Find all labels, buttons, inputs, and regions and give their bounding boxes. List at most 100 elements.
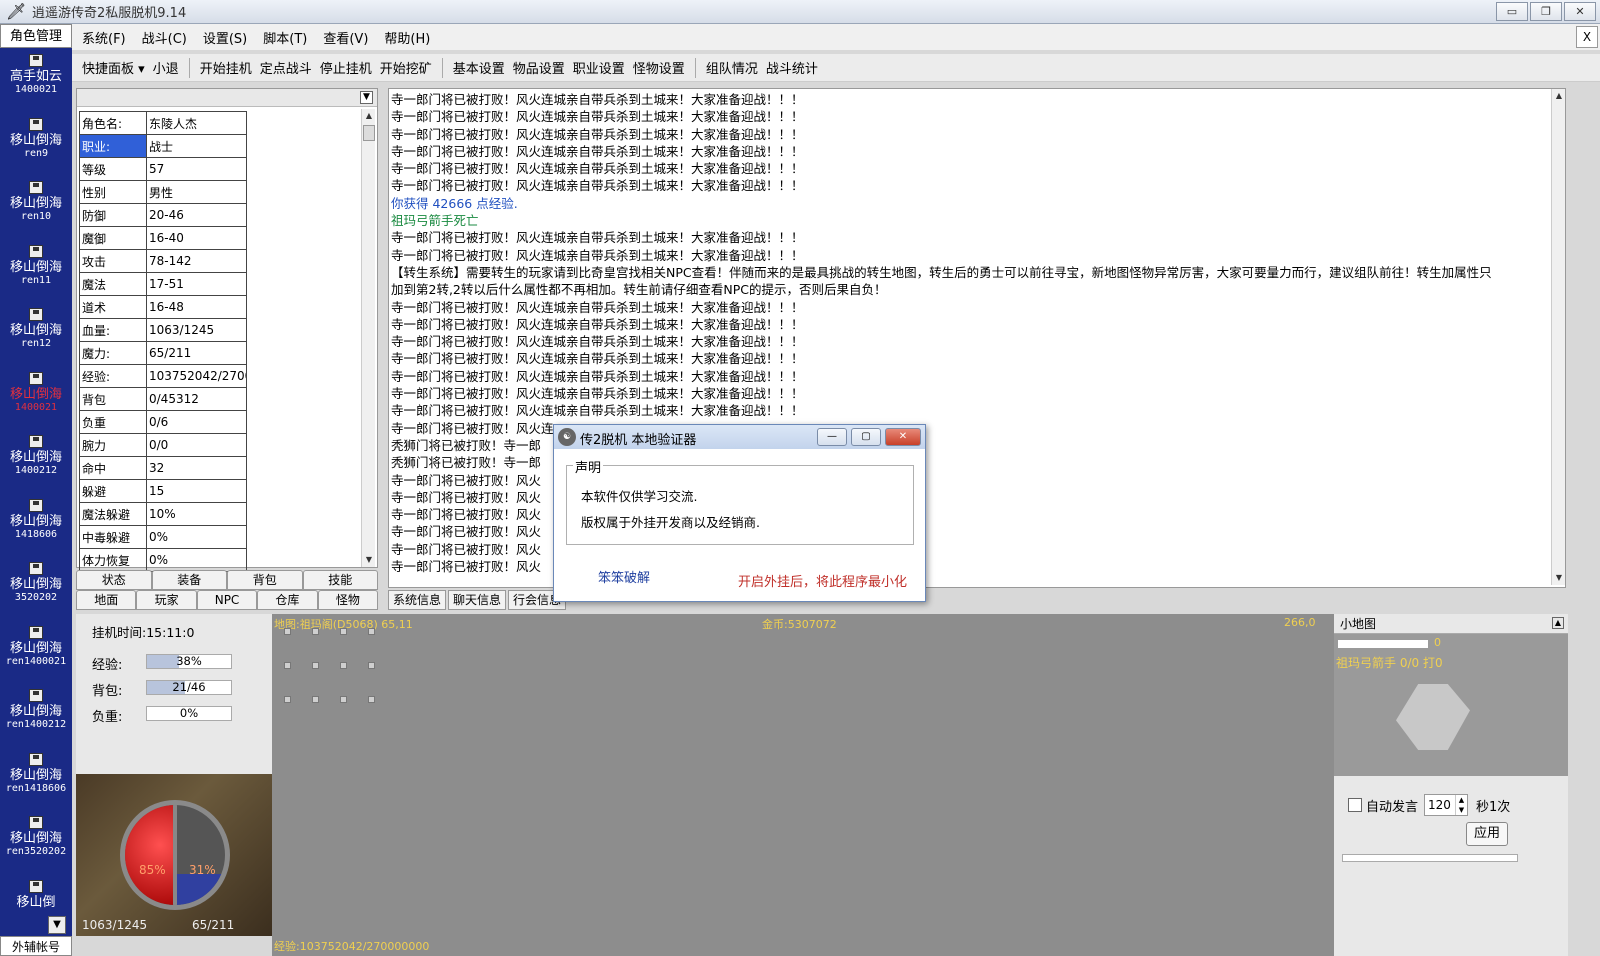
account-item[interactable]: 移山倒海 ren9	[0, 117, 72, 178]
account-item[interactable]: 移山倒海 ren12	[0, 308, 72, 368]
toolbar-button[interactable]: 基本设置	[449, 58, 509, 77]
close-panel-button[interactable]: X	[1576, 26, 1598, 48]
property-row[interactable]: 攻击 78-142	[79, 249, 247, 273]
account-id: ren1418606	[5, 782, 67, 794]
account-item[interactable]: 移山倒海 ren1418606	[0, 752, 72, 813]
account-item[interactable]: 高手如云 1400021	[0, 54, 72, 114]
property-row[interactable]: 躲避 15	[79, 479, 247, 503]
minimap-title: 小地图	[1340, 617, 1377, 631]
property-row[interactable]: 中毒躲避 0%	[79, 525, 247, 549]
tab-tabs-1[interactable]: 聊天信息	[448, 590, 507, 610]
minimap-area[interactable]	[1396, 684, 1470, 750]
chat-text-area[interactable]	[1342, 864, 1562, 950]
property-row[interactable]: 性别 男性	[79, 180, 247, 204]
tab-tabs-0[interactable]: 系统信息	[388, 590, 447, 610]
tab-tabs2-4[interactable]: 怪物	[317, 590, 379, 610]
account-item[interactable]: 移山倒海 1400021	[0, 371, 72, 432]
property-row[interactable]: 魔御 16-40	[79, 226, 247, 250]
dropdown-icon[interactable]: ▼	[360, 91, 373, 104]
account-item[interactable]: 移山倒海 ren11	[0, 244, 72, 305]
menu-battle[interactable]: 战斗(C)	[136, 28, 193, 47]
dialog-close-button[interactable]: ✕	[885, 428, 921, 446]
account-item[interactable]: 移山倒海 1418606	[0, 498, 72, 559]
minimize-button[interactable]: ▭	[1496, 2, 1528, 21]
tab-assist-accounts[interactable]: 外辅帐号	[0, 936, 72, 956]
tab-tabs2-0[interactable]: 地面	[76, 590, 137, 610]
account-item[interactable]: 移山倒海 1400212	[0, 435, 72, 495]
property-row[interactable]: 背包 0/45312	[79, 387, 247, 411]
scroll-down-button[interactable]: ▼	[48, 916, 66, 934]
tab-role-management[interactable]: 角色管理	[0, 24, 72, 48]
toolbar-button[interactable]: 组队情况	[702, 58, 762, 77]
dialog-minimize-button[interactable]: —	[817, 428, 847, 446]
property-row[interactable]: 负重 0/6	[79, 410, 247, 434]
property-row[interactable]: 职业: 战士	[79, 134, 247, 158]
tab-tabs2-2[interactable]: NPC	[196, 590, 258, 610]
property-row[interactable]: 腕力 0/0	[79, 433, 247, 457]
tab-tabs2-1[interactable]: 玩家	[136, 590, 197, 610]
dialog-maximize-button[interactable]: ▢	[851, 428, 881, 446]
property-row[interactable]: 魔力: 65/211	[79, 341, 247, 365]
toolbar-button[interactable]: 快捷面板 ▾	[78, 58, 149, 77]
maximize-button[interactable]: ❐	[1530, 2, 1562, 21]
toolbar-button[interactable]: 开始挖矿	[376, 58, 436, 77]
crack-link[interactable]: 笨笨破解	[598, 567, 650, 586]
property-row[interactable]: 血量: 1063/1245	[79, 318, 247, 342]
toolbar-button[interactable]: 停止挂机	[316, 58, 376, 77]
apply-button[interactable]: 应用	[1466, 822, 1508, 846]
account-item[interactable]: 移山倒海 ren1400021	[0, 625, 72, 686]
pin-icon[interactable]: ▲	[1552, 617, 1564, 629]
auto-chat-checkbox[interactable]	[1348, 798, 1362, 812]
tab-tabs1-2[interactable]: 背包	[227, 570, 303, 590]
account-sidebar: 角色管理 高手如云 1400021 移山倒海 ren9 移山倒海 ren10 移山倒海 ren…	[0, 24, 72, 956]
tab-tabs1-3[interactable]: 技能	[302, 570, 378, 590]
map-tile-marker	[284, 662, 291, 669]
tab-tabs1-0[interactable]: 状态	[76, 570, 152, 590]
interval-stepper[interactable]: 120 ▲ ▼	[1424, 794, 1468, 816]
account-item[interactable]: 移山倒海 ren3520202	[0, 816, 72, 876]
toolbar-button[interactable]: 战斗统计	[762, 58, 822, 77]
scroll-down-arrow-icon[interactable]: ▼	[1552, 571, 1565, 585]
account-item[interactable]: 移山倒海 ren10	[0, 181, 72, 241]
account-name: 移山倒海	[9, 577, 62, 592]
log-scrollbar[interactable]: ▲ ▼	[1551, 89, 1565, 585]
toolbar-button[interactable]: 定点战斗	[256, 58, 316, 77]
character-scrollbar[interactable]: ▲ ▼	[361, 109, 375, 567]
property-row[interactable]: 命中 32	[79, 456, 247, 480]
toolbar-button[interactable]: 物品设置	[509, 58, 569, 77]
property-key: 攻击	[79, 249, 147, 273]
menu-system[interactable]: 系统(F)	[76, 28, 132, 47]
property-row[interactable]: 体力恢复 0%	[79, 548, 247, 572]
toolbar-button[interactable]: 职业设置	[569, 58, 629, 77]
log-tabs: 系统信息 聊天信息 行会信息	[388, 590, 568, 610]
menu-script[interactable]: 脚本(T)	[257, 28, 313, 47]
tab-tabs2-3[interactable]: 仓库	[257, 590, 318, 610]
tab-tabs1-1[interactable]: 装备	[151, 570, 227, 590]
property-row[interactable]: 魔法躲避 10%	[79, 502, 247, 526]
toolbar-button[interactable]: 开始挂机	[196, 58, 256, 77]
menu-view[interactable]: 查看(V)	[317, 28, 374, 47]
toolbar-button[interactable]: 小退	[149, 58, 183, 77]
stepper-arrows-icon[interactable]: ▲ ▼	[1455, 795, 1467, 815]
property-row[interactable]: 等级 57	[79, 157, 247, 181]
menu-settings[interactable]: 设置(S)	[197, 28, 253, 47]
close-button[interactable]: ✕	[1564, 2, 1596, 21]
status-panel: 挂机时间:15:11:0 经验: 38% 背包: 21/46 负重: 0%	[76, 614, 272, 774]
property-row[interactable]: 道术 16-48	[79, 295, 247, 319]
property-row[interactable]: 角色名: 东陵人杰	[79, 111, 247, 135]
scroll-thumb[interactable]	[363, 125, 375, 141]
scroll-up-arrow-icon[interactable]: ▲	[1552, 89, 1565, 103]
property-row[interactable]: 经验:103752042/270000000	[79, 364, 247, 388]
property-row[interactable]: 防御 20-46	[79, 203, 247, 227]
scroll-up-arrow-icon[interactable]: ▲	[362, 109, 376, 123]
account-item[interactable]: 移山倒海 3520202	[0, 562, 72, 622]
chat-text-input[interactable]	[1342, 854, 1518, 862]
statement-label: 声明	[573, 457, 604, 476]
game-view[interactable]: 地图:祖玛阁(D5068) 65,11 金币:5307072 266,0 经验:…	[272, 614, 1334, 956]
property-row[interactable]: 魔法 17-51	[79, 272, 247, 296]
toolbar-button[interactable]: 怪物设置	[629, 58, 689, 77]
menu-help[interactable]: 帮助(H)	[378, 28, 436, 47]
scroll-down-arrow-icon[interactable]: ▼	[362, 553, 376, 567]
account-item[interactable]: 移山倒海 ren1400212	[0, 689, 72, 749]
status-bar-row: 背包: 21/46	[92, 680, 232, 699]
